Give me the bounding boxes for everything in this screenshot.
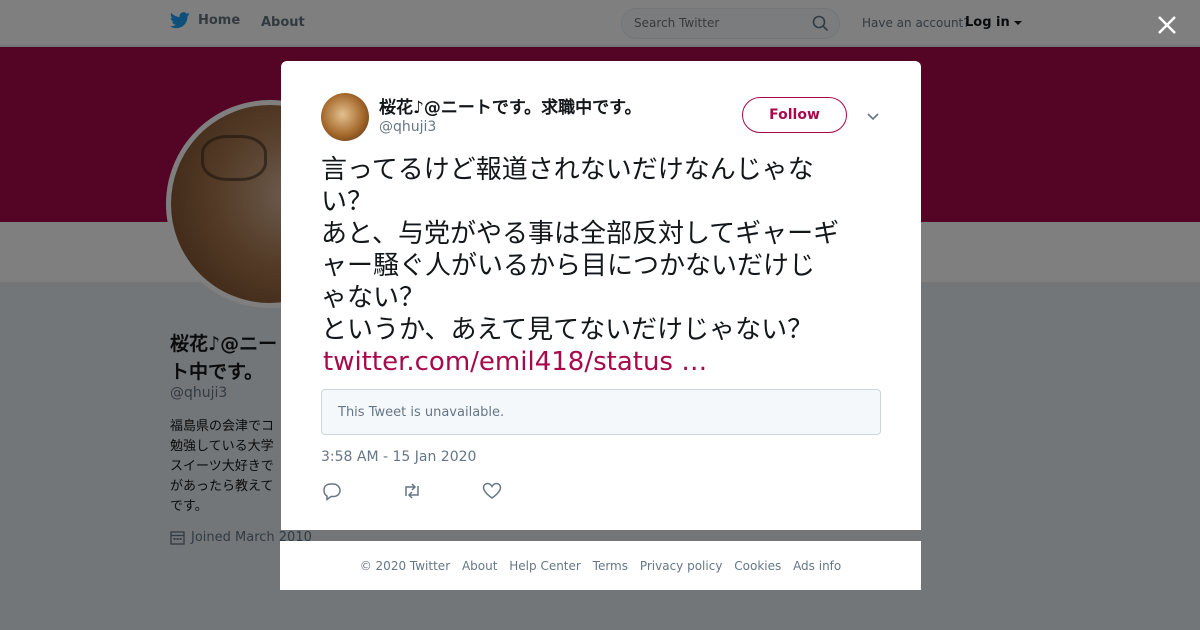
retweet-icon[interactable] bbox=[401, 481, 423, 501]
footer-help-center[interactable]: Help Center bbox=[509, 559, 581, 573]
tweet-line: ャー騒ぐ人がいるから目につかないだけじ bbox=[321, 251, 816, 281]
author-handle[interactable]: @qhuji3 bbox=[379, 119, 436, 135]
quoted-tweet-card[interactable]: This Tweet is unavailable. bbox=[321, 389, 881, 435]
tweet-line: い？ bbox=[321, 187, 374, 217]
tweet-line: あと、与党がやる事は全部反対してギャーギ bbox=[321, 219, 840, 249]
footer-about[interactable]: About bbox=[462, 559, 497, 573]
author-avatar[interactable] bbox=[321, 93, 369, 141]
tweet-link[interactable]: twitter.com/emil418/status … bbox=[323, 347, 707, 377]
footer-links: © 2020 Twitter About Help Center Terms P… bbox=[280, 559, 921, 573]
footer: © 2020 Twitter About Help Center Terms P… bbox=[280, 541, 921, 590]
tweet-text: 言ってるけど報道されないだけなんじゃな い？ あと、与党がやる事は全部反対してギ… bbox=[321, 154, 881, 346]
footer-cookies[interactable]: Cookies bbox=[734, 559, 781, 573]
footer-ads-info[interactable]: Ads info bbox=[793, 559, 841, 573]
footer-copyright: © 2020 Twitter bbox=[359, 559, 451, 573]
footer-privacy[interactable]: Privacy policy bbox=[640, 559, 723, 573]
tweet-modal: 桜花♪@ニートです。求職中です。 @qhuji3 Follow 言ってるけど報道… bbox=[281, 61, 921, 530]
footer-terms[interactable]: Terms bbox=[593, 559, 628, 573]
tweet-timestamp[interactable]: 3:58 AM - 15 Jan 2020 bbox=[321, 449, 476, 465]
tweet-line: 言ってるけど報道されないだけなんじゃな bbox=[321, 155, 814, 185]
chevron-down-icon[interactable] bbox=[865, 109, 881, 123]
follow-button[interactable]: Follow bbox=[742, 97, 847, 133]
reply-icon[interactable] bbox=[321, 481, 343, 501]
tweet-line: というか、あえて見てないだけじゃない？ bbox=[321, 315, 814, 345]
like-icon[interactable] bbox=[481, 481, 503, 501]
unavailable-text: This Tweet is unavailable. bbox=[338, 405, 505, 420]
tweet-line: ゃない？ bbox=[321, 283, 426, 313]
author-name[interactable]: 桜花♪@ニートです。求職中です。 bbox=[379, 93, 641, 118]
close-icon[interactable] bbox=[1154, 12, 1180, 38]
